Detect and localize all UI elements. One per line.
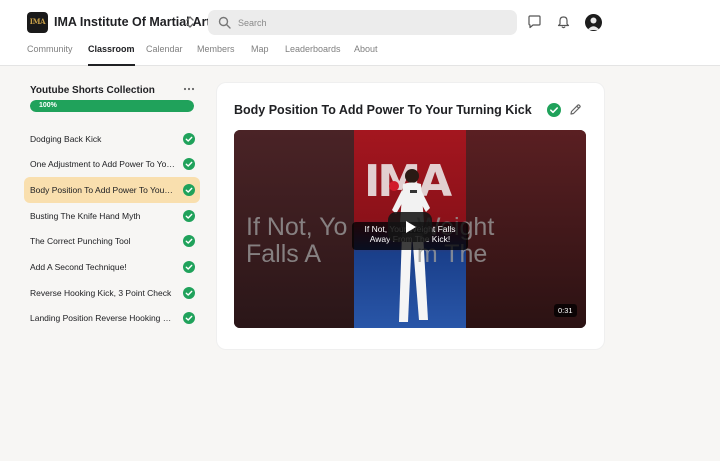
lesson-item-label: Busting The Knife Hand Myth	[30, 211, 141, 221]
tab-calendar[interactable]: Calendar	[146, 44, 183, 66]
chevron-up-down-icon[interactable]	[185, 14, 195, 30]
lesson-item-label: Body Position To Add Power To Your Turni…	[30, 185, 175, 195]
tab-leaderboards[interactable]: Leaderboards	[285, 44, 341, 66]
lesson-item[interactable]: Reverse Hooking Kick, 3 Point Check	[24, 280, 200, 306]
chat-icon[interactable]	[527, 14, 542, 29]
lesson-item[interactable]: Busting The Knife Hand Myth	[24, 203, 200, 229]
lesson-item-label: Reverse Hooking Kick, 3 Point Check	[30, 288, 172, 298]
search-input[interactable]	[238, 10, 508, 35]
top-header: IMA IMA Institute Of Martial Arts Commun…	[0, 0, 720, 66]
bell-icon[interactable]	[556, 14, 571, 29]
check-circle-icon	[183, 235, 195, 247]
tab-map[interactable]: Map	[251, 44, 269, 66]
avatar-silhouette-icon	[587, 17, 600, 30]
lesson-item[interactable]: One Adjustment to Add Power To Your Turn…	[24, 151, 200, 177]
video-duration: 0:31	[554, 304, 577, 317]
check-circle-icon	[183, 261, 195, 273]
course-progress-label: 100%	[39, 102, 57, 109]
check-circle-icon	[183, 184, 195, 196]
tab-community[interactable]: Community	[27, 44, 73, 66]
tab-members[interactable]: Members	[197, 44, 235, 66]
lesson-item[interactable]: Dodging Back Kick	[24, 126, 200, 152]
play-icon	[406, 221, 416, 233]
edit-pencil-icon[interactable]	[569, 103, 582, 116]
user-avatar[interactable]	[585, 14, 602, 31]
search-icon	[218, 16, 231, 29]
lesson-item-label: Add A Second Technique!	[30, 262, 127, 272]
completed-check-icon[interactable]	[547, 103, 561, 117]
course-progress-bar: 100%	[30, 100, 194, 112]
lesson-item[interactable]: The Correct Punching Tool	[24, 228, 200, 254]
check-circle-icon	[183, 158, 195, 170]
check-circle-icon	[183, 210, 195, 222]
lesson-card: Body Position To Add Power To Your Turni…	[217, 83, 604, 349]
lesson-item[interactable]: Landing Position Reverse Hooking Kick	[24, 305, 200, 331]
tab-about[interactable]: About	[354, 44, 378, 66]
course-title: Youtube Shorts Collection	[30, 85, 155, 96]
lesson-item-label: Landing Position Reverse Hooking Kick	[30, 313, 175, 323]
tab-classroom[interactable]: Classroom	[88, 44, 135, 66]
check-circle-icon	[183, 312, 195, 324]
lesson-title: Body Position To Add Power To Your Turni…	[234, 103, 532, 117]
org-logo[interactable]: IMA	[27, 12, 48, 33]
lesson-item-label: The Correct Punching Tool	[30, 236, 131, 246]
check-circle-icon	[183, 287, 195, 299]
lesson-item-label: One Adjustment to Add Power To Your Turn…	[30, 159, 175, 169]
more-options-icon[interactable]	[183, 86, 195, 92]
video-player[interactable]: IMA If Not, Yo Weight Falls A m The If N…	[234, 130, 586, 328]
lesson-item[interactable]: Add A Second Technique!	[24, 254, 200, 280]
main-nav: Community Classroom Calendar Members Map…	[0, 41, 720, 66]
lesson-item-active[interactable]: Body Position To Add Power To Your Turni…	[24, 177, 200, 203]
check-circle-icon	[183, 133, 195, 145]
search-bar[interactable]	[208, 10, 517, 35]
play-button[interactable]	[388, 212, 432, 242]
org-logo-text: IMA	[29, 17, 46, 26]
lesson-item-label: Dodging Back Kick	[30, 134, 102, 144]
